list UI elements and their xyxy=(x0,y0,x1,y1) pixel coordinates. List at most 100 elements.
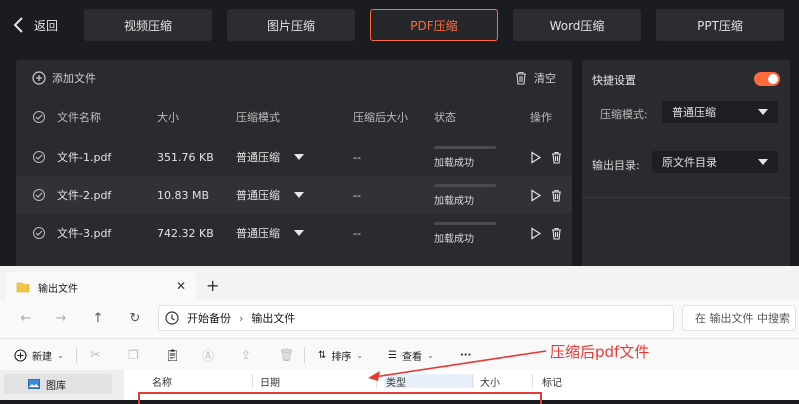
table-row: 文件-1.pdf 351.76 KB 普通压缩 -- 加载成功 xyxy=(16,138,572,176)
tab-label: PDF压缩 xyxy=(410,18,458,33)
backup-cloud-icon xyxy=(165,311,179,325)
quick-settings-toggle[interactable] xyxy=(754,72,780,86)
row-checkbox[interactable] xyxy=(33,151,45,163)
breadcrumb-current[interactable]: 输出文件 xyxy=(251,310,295,326)
trash-icon[interactable] xyxy=(550,227,563,240)
tab-label: PPT压缩 xyxy=(697,18,743,33)
trash-icon[interactable] xyxy=(550,189,563,202)
annotation-label: 压缩后pdf文件 xyxy=(550,343,650,361)
explorer-sidebar: 图库 xyxy=(0,370,124,400)
header-mode: 压缩模式 xyxy=(236,111,280,124)
new-label: 新建 xyxy=(32,351,52,363)
close-icon[interactable]: ✕ xyxy=(176,279,186,293)
after-size: -- xyxy=(353,226,361,240)
mode-dropdown[interactable]: 普通压缩 xyxy=(236,214,304,252)
chevron-left-icon xyxy=(13,17,23,33)
settings-panel: 快捷设置 压缩模式: 普通压缩 输出目录: 原文件目录 xyxy=(582,60,790,270)
search-placeholder: 在 输出文件 中搜索 xyxy=(695,312,790,325)
mode-value: 普通压缩 xyxy=(236,189,280,202)
play-icon[interactable] xyxy=(529,150,542,164)
tab-video[interactable]: 视频压缩 xyxy=(84,9,212,41)
plus-circle-icon xyxy=(32,71,46,85)
mode-select-value: 普通压缩 xyxy=(672,106,716,119)
forward-arrow-icon[interactable]: → xyxy=(53,310,69,326)
sort-icon: ⇅ xyxy=(318,349,327,361)
table-header: 文件名称 大小 压缩模式 压缩后大小 状态 操作 xyxy=(16,98,572,136)
column-date[interactable]: 日期 xyxy=(260,374,280,389)
tab-pdf[interactable]: PDF压缩 xyxy=(370,9,498,41)
check-icon xyxy=(35,192,43,198)
file-size: 351.76 KB xyxy=(157,150,214,164)
file-size: 742.32 KB xyxy=(157,226,214,240)
divider xyxy=(582,197,790,198)
check-icon xyxy=(35,230,43,236)
mode-value: 普通压缩 xyxy=(236,227,280,240)
mode-dropdown[interactable]: 普通压缩 xyxy=(236,176,304,214)
status-text: 加载成功 xyxy=(434,157,474,169)
settings-title: 快捷设置 xyxy=(592,74,636,87)
divider xyxy=(76,347,77,363)
tab-word[interactable]: Word压缩 xyxy=(513,9,641,41)
file-size: 10.83 MB xyxy=(157,188,210,202)
address-bar[interactable]: 开始备份 › 输出文件 xyxy=(158,305,674,331)
play-icon[interactable] xyxy=(529,226,542,240)
explorer-nav-bar: ← → ↑ ↻ 开始备份 › 输出文件 在 输出文件 中搜索 xyxy=(0,300,799,338)
chevron-down-icon: ⌄ xyxy=(57,350,64,360)
status-cell: 加载成功 xyxy=(434,176,496,214)
sort-label: 排序 xyxy=(331,351,352,363)
up-arrow-icon[interactable]: ↑ xyxy=(90,310,106,326)
sidebar-item-label: 图库 xyxy=(46,380,66,392)
paste-icon[interactable]: 📋︎ xyxy=(165,346,180,364)
new-tab-plus-icon[interactable]: + xyxy=(206,276,219,295)
caret-down-icon xyxy=(758,109,768,115)
mode-dropdown[interactable]: 普通压缩 xyxy=(236,138,304,176)
new-button[interactable]: 新建 ⌄ xyxy=(14,346,64,364)
cut-icon[interactable]: ✂ xyxy=(90,346,101,364)
header-after: 压缩后大小 xyxy=(353,111,408,124)
refresh-icon[interactable]: ↻ xyxy=(127,310,143,326)
back-button[interactable]: 返回 xyxy=(12,13,58,37)
chevron-right-icon: › xyxy=(239,311,244,325)
row-checkbox[interactable] xyxy=(33,189,45,201)
header-ops: 操作 xyxy=(530,111,552,124)
highlight-box xyxy=(138,392,542,404)
after-size: -- xyxy=(353,150,361,164)
compressor-app: 返回 视频压缩 图片压缩 PDF压缩 Word压缩 PPT压缩 添加文件 清空 … xyxy=(0,0,799,404)
search-box[interactable]: 在 输出文件 中搜索 xyxy=(682,305,796,331)
copy-icon[interactable]: ❐ xyxy=(128,346,139,364)
mode-select[interactable]: 普通压缩 xyxy=(662,101,778,123)
caret-down-icon xyxy=(758,159,768,165)
explorer-tab[interactable]: 输出文件 ✕ xyxy=(6,272,196,302)
output-label: 输出目录: xyxy=(592,159,640,172)
explorer-tab-title: 输出文件 xyxy=(38,283,78,295)
file-list-panel: 添加文件 清空 文件名称 大小 压缩模式 压缩后大小 状态 操作 文件-1.pd… xyxy=(16,60,572,270)
select-all-checkbox[interactable] xyxy=(33,111,45,123)
sort-button[interactable]: ⇅ 排序 ⌄ xyxy=(318,346,363,364)
row-actions xyxy=(529,214,563,252)
row-checkbox[interactable] xyxy=(33,227,45,239)
play-icon[interactable] xyxy=(529,188,542,202)
status-text: 加载成功 xyxy=(434,195,474,207)
add-file-button[interactable]: 添加文件 xyxy=(32,70,96,86)
after-size: -- xyxy=(353,188,361,202)
trash-icon[interactable] xyxy=(550,151,563,164)
column-name[interactable]: 名称 xyxy=(152,374,172,389)
clear-label: 清空 xyxy=(534,72,556,85)
breadcrumb-root[interactable]: 开始备份 xyxy=(187,310,231,326)
file-name: 文件-1.pdf xyxy=(57,151,112,164)
trash-icon xyxy=(516,71,526,85)
back-arrow-icon[interactable]: ← xyxy=(18,310,34,326)
rename-icon[interactable]: Ⓐ xyxy=(202,346,214,364)
divider xyxy=(304,347,305,363)
caret-down-icon xyxy=(294,192,304,198)
tab-ppt[interactable]: PPT压缩 xyxy=(656,9,784,41)
tab-label: 视频压缩 xyxy=(123,18,172,33)
clear-button[interactable]: 清空 xyxy=(514,70,556,86)
output-select[interactable]: 原文件目录 xyxy=(652,151,778,173)
delete-icon[interactable]: 🗑︎ xyxy=(279,346,294,364)
tab-image[interactable]: 图片压缩 xyxy=(227,9,355,41)
share-icon[interactable]: ⇪ xyxy=(241,346,251,364)
mode-value: 普通压缩 xyxy=(236,151,280,164)
mode-label: 压缩模式: xyxy=(600,108,648,121)
sidebar-item-gallery[interactable]: 图库 xyxy=(4,374,112,394)
